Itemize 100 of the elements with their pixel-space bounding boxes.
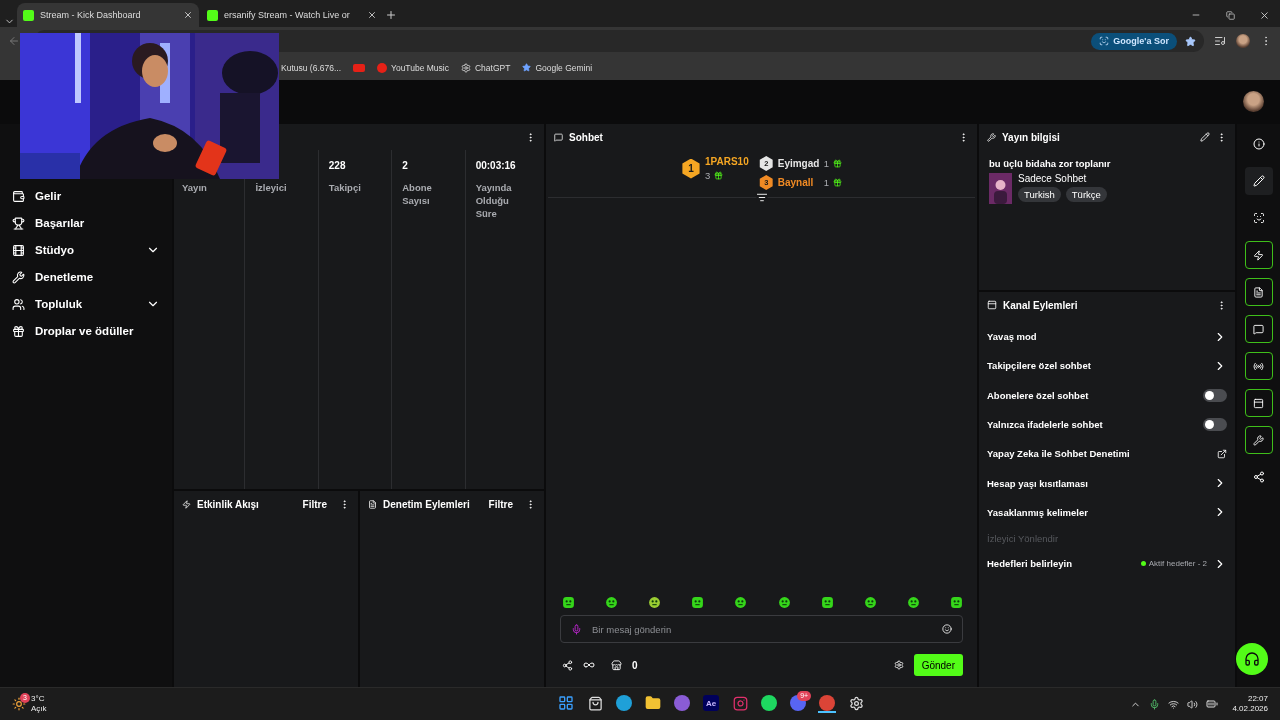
gear-icon[interactable] [847,695,866,713]
wallet-icon [12,189,25,203]
message-field[interactable]: Bir mesaj gönderin [590,622,934,636]
browser-tab[interactable]: ersanify Stream - Watch Live or [201,3,383,27]
action-label: Yalnızca ifadelerle sohbet [987,419,1104,431]
emote-icon[interactable] [691,596,705,609]
site-logo-icon [207,9,218,21]
sidebar-tool-button[interactable] [1244,278,1273,306]
plus-icon[interactable] [385,9,397,21]
category-name: Sadece Sohbet [1018,173,1088,184]
sidebar-item[interactable]: Droplar ve ödüller [12,321,160,341]
store-icon[interactable] [611,659,622,671]
sidebar-tool-button[interactable] [1244,315,1273,343]
sidebar-tool-button[interactable] [1244,241,1273,269]
bookmark-link[interactable]: YouTube Music [377,62,449,73]
start-icon[interactable] [557,695,576,713]
store-icon[interactable] [586,695,605,713]
action-item[interactable]: Yapay Zeka ile Sohbet Denetimi [987,448,1211,460]
stat-label: Takipçi [328,181,362,194]
sidebar-tool-button[interactable] [1244,352,1273,380]
battery-icon[interactable] [1206,698,1219,710]
pencil-icon[interactable] [1200,132,1210,142]
scan-icon [1252,212,1265,224]
nodes-icon[interactable] [562,659,573,671]
stat-value: 00:03:16 [475,160,517,172]
sidebar-tool-button[interactable] [1244,426,1273,454]
emote-icon[interactable] [562,596,575,609]
bookmark-star-icon[interactable] [1185,35,1196,47]
action-item[interactable]: Hedefleri belirleyin [987,558,1135,570]
bookmark-link[interactable]: Kutusu (6.676... [281,62,341,73]
wrench-icon [1253,434,1264,446]
sidebar-item[interactable]: Topluluk [12,294,160,314]
stat-label: Yayın [182,181,208,194]
emote-icon[interactable] [906,596,920,609]
video-bookmark-icon[interactable] [353,63,365,72]
rank-badge: 1 [681,158,701,179]
sidebar-item[interactable]: Denetleme [12,267,160,287]
toggle-switch[interactable] [1203,418,1227,432]
profile-avatar[interactable] [1243,90,1264,112]
action-item[interactable]: Takipçilere özel sohbet [987,360,1207,372]
ask-google-button[interactable]: Google'a Sor [1091,32,1177,50]
media-icon[interactable] [1214,35,1226,47]
stream-title: bu üçlü bidaha zor toplanır [989,158,1112,169]
sidebar-item[interactable]: Stüdyo [12,240,160,260]
emote-icon[interactable] [820,596,834,609]
emoji-icon[interactable] [942,624,952,634]
camera-app-icon[interactable] [731,695,750,713]
microphone-icon[interactable] [571,623,582,635]
action-item[interactable]: Yasaklanmış kelimeler [987,506,1207,518]
toggle-switch[interactable] [1203,388,1227,402]
action-label: Abonelere özel sohbet [987,389,1090,401]
tag-chip[interactable]: Türkçe [1065,187,1107,202]
emote-icon[interactable] [648,596,662,609]
close-icon[interactable] [1258,9,1270,21]
goal-status: Aktif hedefler - 2 [1140,559,1207,569]
leader-name: Baynall [777,177,815,188]
bookmark-link[interactable]: ChatGPT [461,62,511,73]
weather-condition: Açık [31,704,47,714]
chat-icon [554,132,563,142]
leader-name: Eyimgad [777,158,820,169]
external-link-icon[interactable] [1217,448,1227,459]
gift-icon [714,171,724,180]
action-item[interactable]: Yavaş mod [987,331,1207,343]
support-button[interactable] [1236,643,1268,675]
send-button[interactable]: Gönder [913,654,963,676]
emote-icon[interactable] [863,596,877,609]
app-icon[interactable]: Ae [702,695,721,713]
gift-icon [12,324,25,338]
points-count: 0 [632,659,638,671]
panel-title: Sohbet [569,131,604,143]
action-item[interactable]: Hesap yaşı kısıtlaması [987,477,1207,489]
emote-icon[interactable] [605,596,619,609]
panel-icon [987,300,997,310]
sidebar-item[interactable]: Gelir [12,186,160,206]
emote-icon[interactable] [777,596,791,609]
emote-icon[interactable] [734,596,748,609]
volume-icon[interactable] [1187,698,1199,710]
filter-button[interactable]: Filtre [482,498,519,510]
network-icon[interactable] [1168,698,1180,710]
star-icon [522,63,532,72]
close-icon[interactable] [183,10,193,20]
panel-icon [1253,397,1264,409]
lightning-icon [182,499,191,509]
microphone-icon[interactable] [1149,698,1161,710]
settings-icon[interactable] [893,660,904,670]
tag-chip[interactable]: Turkish [1018,187,1061,202]
restore-icon[interactable] [1225,10,1235,20]
message-box[interactable]: Bir mesaj gönderin [560,615,963,643]
bookmark-link[interactable]: Google Gemini [522,62,593,73]
filter-button[interactable]: Filtre [296,498,333,510]
sidebar-tool-button[interactable] [1244,389,1273,417]
gift-icon [833,159,842,168]
people-icon [12,297,25,311]
sidebar-tool-button[interactable] [1244,167,1273,195]
clock[interactable]: 22:07 4.02.2026 [1232,694,1268,714]
close-icon[interactable] [367,10,377,20]
sidebar-item[interactable]: Başarılar [12,213,160,233]
emote-icon[interactable] [950,596,963,609]
browser-tab[interactable]: Stream - Kick Dashboard [17,3,199,27]
profile-avatar[interactable] [1236,34,1250,48]
